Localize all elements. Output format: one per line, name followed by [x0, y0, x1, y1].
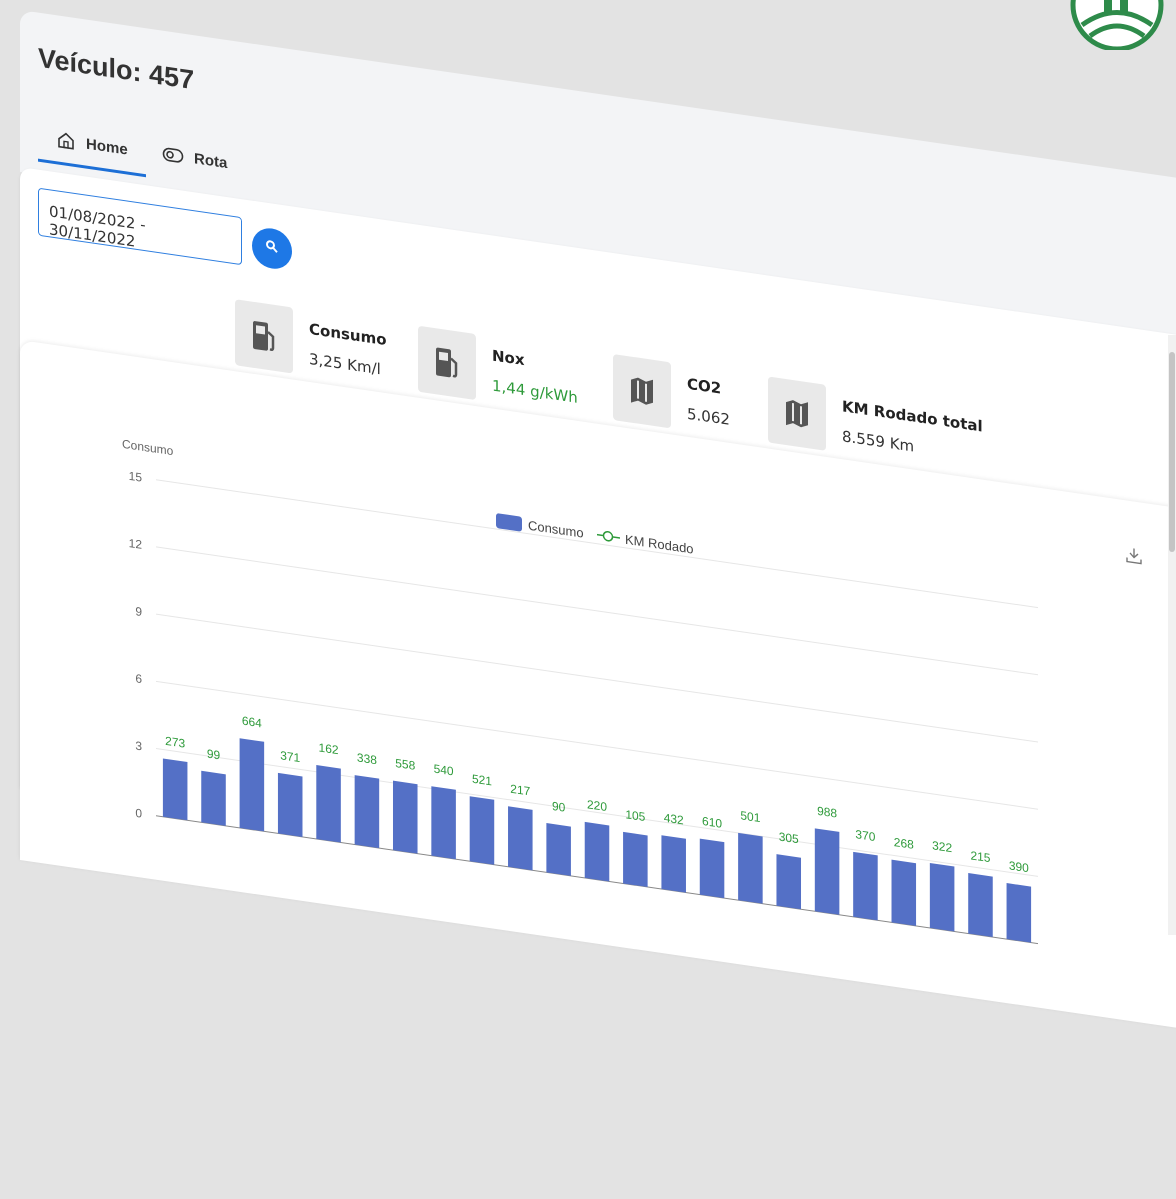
km-rodado-data-label: 338: [357, 750, 377, 767]
km-rodado-data-label: 90: [552, 799, 566, 815]
download-icon: [1125, 548, 1143, 570]
bar-consumo[interactable]: [162, 758, 188, 821]
tab-home-label: Home: [86, 135, 128, 159]
legend-km-marker: [602, 530, 614, 542]
km-rodado-data-label: 215: [970, 848, 990, 865]
bar-consumo[interactable]: [776, 854, 802, 910]
tab-rota[interactable]: Rota: [162, 145, 227, 172]
metric-label: Nox: [492, 346, 525, 370]
bar-consumo[interactable]: [584, 821, 610, 882]
metric-value: 1,44 g/kWh: [492, 376, 578, 407]
map-icon: [768, 376, 826, 451]
km-rodado-data-label: 217: [510, 782, 530, 799]
map-icon: [613, 353, 671, 429]
bar-consumo[interactable]: [738, 832, 763, 904]
km-rodado-data-label: 432: [664, 811, 684, 828]
bar-consumo[interactable]: [968, 873, 993, 938]
bar-consumo[interactable]: [929, 862, 955, 932]
y-tick-label: 15: [129, 469, 143, 485]
km-rodado-data-label: 501: [740, 808, 760, 825]
route-icon: [162, 145, 184, 166]
bar-consumo[interactable]: [661, 835, 686, 893]
km-rodado-data-label: 105: [625, 807, 645, 824]
km-rodado-data-label: 371: [280, 748, 300, 765]
download-button[interactable]: [1125, 545, 1143, 571]
logo-icon: [1062, 0, 1172, 55]
page-title: Veículo: 457: [38, 42, 195, 96]
bar-consumo[interactable]: [853, 851, 878, 921]
grid-line: [156, 546, 1038, 676]
bar-consumo[interactable]: [431, 786, 456, 860]
app-window: Veículo: 457 Home Rota 01/08/2022 - 30/1…: [20, 10, 1176, 1199]
km-rodado-data-label: 540: [434, 762, 454, 779]
km-rodado-data-label: 558: [395, 756, 415, 773]
km-rodado-data-label: 664: [242, 714, 262, 731]
km-rodado-data-label: 220: [587, 797, 607, 814]
km-rodado-data-label: 99: [207, 747, 221, 763]
bar-consumo[interactable]: [469, 796, 495, 865]
bar-consumo[interactable]: [508, 806, 533, 871]
km-rodado-data-label: 305: [779, 830, 799, 847]
tab-rota-label: Rota: [194, 149, 228, 172]
bar-consumo[interactable]: [1006, 883, 1032, 943]
bar-consumo[interactable]: [392, 780, 418, 854]
km-rodado-data-label: 390: [1009, 858, 1029, 875]
bar-consumo[interactable]: [814, 828, 840, 915]
bar-consumo[interactable]: [699, 838, 725, 899]
home-icon: [56, 129, 76, 152]
y-tick-label: 6: [135, 671, 142, 686]
legend-consumo-swatch: [496, 513, 522, 532]
metric-label: Consumo: [309, 319, 387, 350]
metric-value: 3,25 Km/l: [309, 349, 381, 379]
chart-legend: Consumo KM Rodado: [496, 513, 694, 557]
fuel-pump-icon: [235, 299, 293, 374]
bar-consumo[interactable]: [316, 765, 341, 843]
km-rodado-data-label: 268: [894, 835, 914, 852]
km-rodado-data-label: 162: [319, 740, 339, 757]
km-rodado-data-label: 610: [702, 814, 722, 831]
scrollbar-thumb[interactable]: [1169, 352, 1175, 552]
km-rodado-data-label: 273: [165, 734, 185, 751]
km-rodado-data-label: 370: [855, 827, 875, 844]
bar-consumo[interactable]: [239, 738, 265, 832]
y-tick-label: 0: [135, 806, 142, 821]
y-tick-label: 12: [129, 536, 143, 552]
search-icon: [265, 238, 279, 259]
y-tick-label: 3: [135, 739, 142, 754]
bar-consumo[interactable]: [354, 775, 380, 849]
grid-line: [156, 613, 1038, 743]
bar-consumo[interactable]: [891, 859, 917, 926]
bar-consumo[interactable]: [201, 770, 226, 826]
bar-consumo[interactable]: [277, 772, 303, 837]
km-rodado-data-label: 988: [817, 804, 837, 821]
fuel-pump-icon: [418, 325, 476, 401]
tab-home[interactable]: Home: [56, 129, 128, 159]
bar-consumo[interactable]: [546, 823, 571, 876]
bar-consumo[interactable]: [623, 831, 648, 888]
metric-label: CO2: [687, 374, 722, 398]
metric-value: 5.062: [687, 404, 730, 429]
km-rodado-data-label: 322: [932, 838, 952, 855]
grid-line: [156, 479, 1038, 609]
y-tick-label: 9: [135, 604, 142, 619]
km-rodado-data-label: 521: [472, 772, 492, 789]
y-axis-label: Consumo: [122, 437, 174, 458]
